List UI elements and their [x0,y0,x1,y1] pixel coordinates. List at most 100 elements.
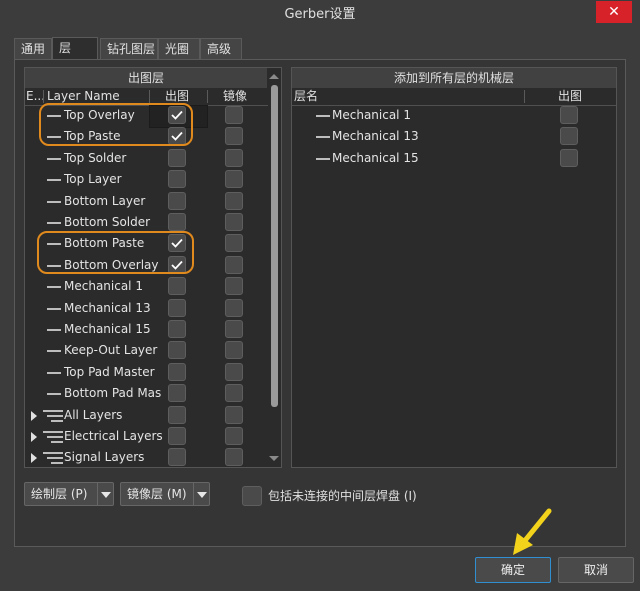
layer-row[interactable]: Bottom Layer [25,191,268,212]
layer-row[interactable]: Bottom Solder [25,212,268,233]
col-layer-name[interactable]: 层名 [294,88,318,105]
plot-checkbox[interactable] [168,277,186,296]
mirror-checkbox[interactable] [225,234,243,253]
mechanical-layers-header: 添加到所有层的机械层 [292,68,616,89]
highlight-oval [37,231,194,274]
mirror-checkbox[interactable] [225,106,243,124]
chevron-down-icon[interactable] [197,492,207,498]
expand-arrow-icon[interactable] [31,410,37,421]
layer-stack-icon [43,409,63,422]
include-unconnected-label[interactable]: 包括未连接的中间层焊盘 (I) [268,486,417,506]
layer-stack-icon [43,452,63,465]
plot-checkbox[interactable] [168,213,186,231]
mirror-checkbox[interactable] [225,255,243,274]
tab-apertures[interactable]: 光圈 [158,38,200,59]
layer-group-name: Electrical Layers [64,429,163,443]
plot-checkbox[interactable] [560,106,578,124]
layer-line-icon [47,157,61,160]
scroll-thumb[interactable] [271,85,278,407]
layer-row[interactable]: Bottom Pad Mas [25,383,268,404]
mirror-layers-label[interactable]: 镜像层 (M) [121,483,187,505]
plot-checkbox[interactable] [168,384,186,403]
plot-checkbox[interactable] [168,405,186,424]
col-plot[interactable]: 出图 [558,88,582,105]
mirror-layers-dropdown[interactable]: 镜像层 (M) [120,482,210,506]
close-icon[interactable]: ✕ [608,4,620,20]
plot-checkbox[interactable] [168,448,186,467]
mirror-checkbox[interactable] [225,148,243,167]
tab-layers[interactable]: 层 [52,37,98,60]
plot-checkbox[interactable] [168,298,186,317]
layer-name: Bottom Layer [64,193,146,208]
layer-line-icon [47,200,61,203]
layer-line-icon [316,157,330,160]
layer-line-icon [47,329,61,331]
close-button[interactable]: ✕ [596,1,632,23]
layer-name: Keep-Out Layer [64,343,158,358]
dropdown-split [193,483,194,505]
layer-line-icon [47,222,61,224]
mirror-checkbox[interactable] [225,191,243,210]
mirror-checkbox[interactable] [225,405,243,424]
mirror-checkbox[interactable] [225,384,243,403]
layer-row[interactable]: Mechanical 1 [25,276,268,297]
title-bar: Gerber设置 ✕ [0,0,640,30]
layer-line-icon [47,350,61,353]
plot-checkbox[interactable] [168,148,186,167]
col-separator [43,90,44,103]
mirror-checkbox[interactable] [225,298,243,317]
plot-layers-header: 出图层 [25,68,267,89]
tab-general[interactable]: 通用 [14,38,52,59]
scroll-down-icon[interactable] [269,456,279,461]
expand-arrow-icon[interactable] [31,432,37,442]
layer-group-row[interactable]: Electrical Layers [25,426,268,447]
highlight-oval [39,103,193,146]
plot-checkbox[interactable] [168,170,186,189]
plot-checkbox[interactable] [560,127,578,146]
expand-arrow-icon[interactable] [31,453,37,464]
plot-checkbox[interactable] [168,362,186,381]
mirror-checkbox[interactable] [225,427,243,445]
mirror-checkbox[interactable] [225,213,243,231]
layer-row[interactable]: Mechanical 15 [25,319,268,340]
chevron-down-icon[interactable] [101,492,111,498]
mechanical-layer-name: Mechanical 1 [332,108,411,122]
mirror-checkbox[interactable] [225,341,243,360]
layer-row[interactable]: Top Pad Master [25,362,268,383]
include-unconnected-checkbox[interactable] [242,486,262,506]
layer-group-row[interactable]: Signal Layers [25,447,268,468]
layer-name: Mechanical 13 [64,300,151,315]
layer-name: Top Layer [64,172,122,187]
tab-advanced[interactable]: 高级 [200,38,242,59]
mirror-checkbox[interactable] [225,362,243,381]
layer-row[interactable]: Top Solder [25,148,268,169]
col-mirror[interactable]: 镜像 [223,88,247,105]
layer-line-icon [316,115,330,117]
plot-checkbox[interactable] [168,427,186,445]
scroll-up-icon[interactable] [269,74,279,79]
plot-layers-scrollbar[interactable] [268,68,280,467]
mirror-checkbox[interactable] [225,277,243,296]
mirror-checkbox[interactable] [225,320,243,338]
layer-row[interactable]: Top Layer [25,169,268,190]
tab-drill-layers[interactable]: 钻孔图层 [100,38,158,59]
plot-layers-dropdown[interactable]: 绘制层 (P) [24,482,114,506]
layer-row[interactable]: Mechanical 13 [25,298,268,319]
plot-checkbox[interactable] [560,148,578,167]
layer-group-name: Signal Layers [64,450,145,465]
mechanical-row[interactable]: Mechanical 1 [292,105,616,126]
plot-checkbox[interactable] [168,341,186,360]
plot-checkbox[interactable] [168,320,186,338]
layer-row[interactable]: Keep-Out Layer [25,340,268,361]
mechanical-layers-column-header: 层名 出图 [292,88,616,106]
layer-group-row[interactable]: All Layers [25,405,268,426]
mechanical-row[interactable]: Mechanical 13 [292,126,616,147]
mirror-checkbox[interactable] [225,448,243,467]
mechanical-row[interactable]: Mechanical 15 [292,148,616,169]
mirror-checkbox[interactable] [225,170,243,189]
plot-layers-label[interactable]: 绘制层 (P) [25,483,87,505]
plot-checkbox[interactable] [168,191,186,210]
cancel-button[interactable]: 取消 [558,557,634,583]
mechanical-layer-name: Mechanical 15 [332,150,419,165]
mirror-checkbox[interactable] [225,127,243,146]
